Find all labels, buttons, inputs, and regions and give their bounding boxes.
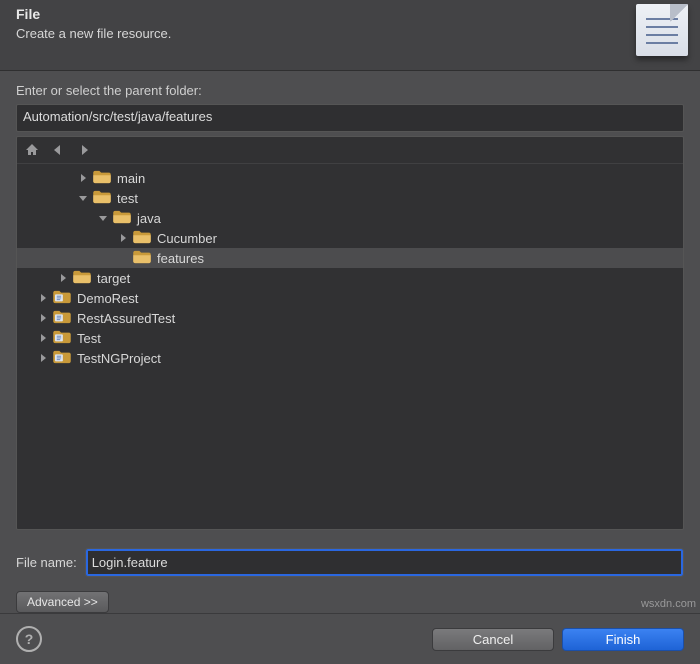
tree-row[interactable]: Cucumber xyxy=(17,228,683,248)
folder-tree-container: main test java Cucumber features target DemoRe… xyxy=(16,136,684,530)
tree-row[interactable]: java xyxy=(17,208,683,228)
folder-icon xyxy=(93,170,117,187)
project-icon xyxy=(53,330,77,347)
folder-icon xyxy=(73,270,97,287)
tree-row[interactable]: features xyxy=(17,248,683,268)
tree-row-label: Cucumber xyxy=(157,231,217,246)
new-file-dialog: File Create a new file resource. Enter o… xyxy=(0,0,700,664)
chevron-right-icon[interactable] xyxy=(117,232,129,244)
chevron-down-icon[interactable] xyxy=(77,192,89,204)
no-arrow xyxy=(117,252,129,264)
tree-row[interactable]: test xyxy=(17,188,683,208)
tree-row-label: main xyxy=(117,171,145,186)
project-icon xyxy=(53,310,77,327)
dialog-title: File xyxy=(16,6,684,22)
watermark-text: wsxdn.com xyxy=(641,598,696,610)
folder-icon xyxy=(133,230,157,247)
help-icon[interactable]: ? xyxy=(16,626,42,652)
home-icon[interactable] xyxy=(23,141,41,159)
tree-row-label: java xyxy=(137,211,161,226)
file-wizard-icon xyxy=(636,4,688,56)
parent-folder-label: Enter or select the parent folder: xyxy=(16,83,684,98)
dialog-subtitle: Create a new file resource. xyxy=(16,26,684,41)
advanced-button[interactable]: Advanced >> xyxy=(16,591,109,613)
file-name-input[interactable] xyxy=(85,548,684,577)
dialog-header: File Create a new file resource. xyxy=(0,0,700,71)
chevron-down-icon[interactable] xyxy=(97,212,109,224)
tree-row-label: test xyxy=(117,191,138,206)
folder-icon xyxy=(133,250,157,267)
tree-row[interactable]: RestAssuredTest xyxy=(17,308,683,328)
tree-row-label: RestAssuredTest xyxy=(77,311,175,326)
tree-row[interactable]: target xyxy=(17,268,683,288)
chevron-right-icon[interactable] xyxy=(37,352,49,364)
tree-row[interactable]: TestNGProject xyxy=(17,348,683,368)
tree-row-label: DemoRest xyxy=(77,291,138,306)
chevron-right-icon[interactable] xyxy=(57,272,69,284)
cancel-button[interactable]: Cancel xyxy=(432,628,554,651)
dialog-footer: ? Cancel Finish xyxy=(0,613,700,664)
forward-arrow-icon[interactable] xyxy=(75,141,93,159)
tree-row-label: features xyxy=(157,251,204,266)
project-icon xyxy=(53,350,77,367)
chevron-right-icon[interactable] xyxy=(37,292,49,304)
folder-tree[interactable]: main test java Cucumber features target DemoRe… xyxy=(17,164,683,529)
parent-folder-input[interactable]: Automation/src/test/java/features xyxy=(16,104,684,132)
file-name-label: File name: xyxy=(16,555,77,570)
finish-button[interactable]: Finish xyxy=(562,628,684,651)
dialog-body: Enter or select the parent folder: Autom… xyxy=(0,71,700,613)
tree-row[interactable]: Test xyxy=(17,328,683,348)
project-icon xyxy=(53,290,77,307)
back-arrow-icon[interactable] xyxy=(49,141,67,159)
tree-row-label: Test xyxy=(77,331,101,346)
file-name-row: File name: xyxy=(16,548,684,577)
tree-toolbar xyxy=(17,137,683,164)
chevron-right-icon[interactable] xyxy=(77,172,89,184)
chevron-right-icon[interactable] xyxy=(37,312,49,324)
tree-row-label: TestNGProject xyxy=(77,351,161,366)
tree-row[interactable]: DemoRest xyxy=(17,288,683,308)
folder-icon xyxy=(113,210,137,227)
chevron-right-icon[interactable] xyxy=(37,332,49,344)
tree-row-label: target xyxy=(97,271,130,286)
tree-row[interactable]: main xyxy=(17,168,683,188)
folder-icon xyxy=(93,190,117,207)
